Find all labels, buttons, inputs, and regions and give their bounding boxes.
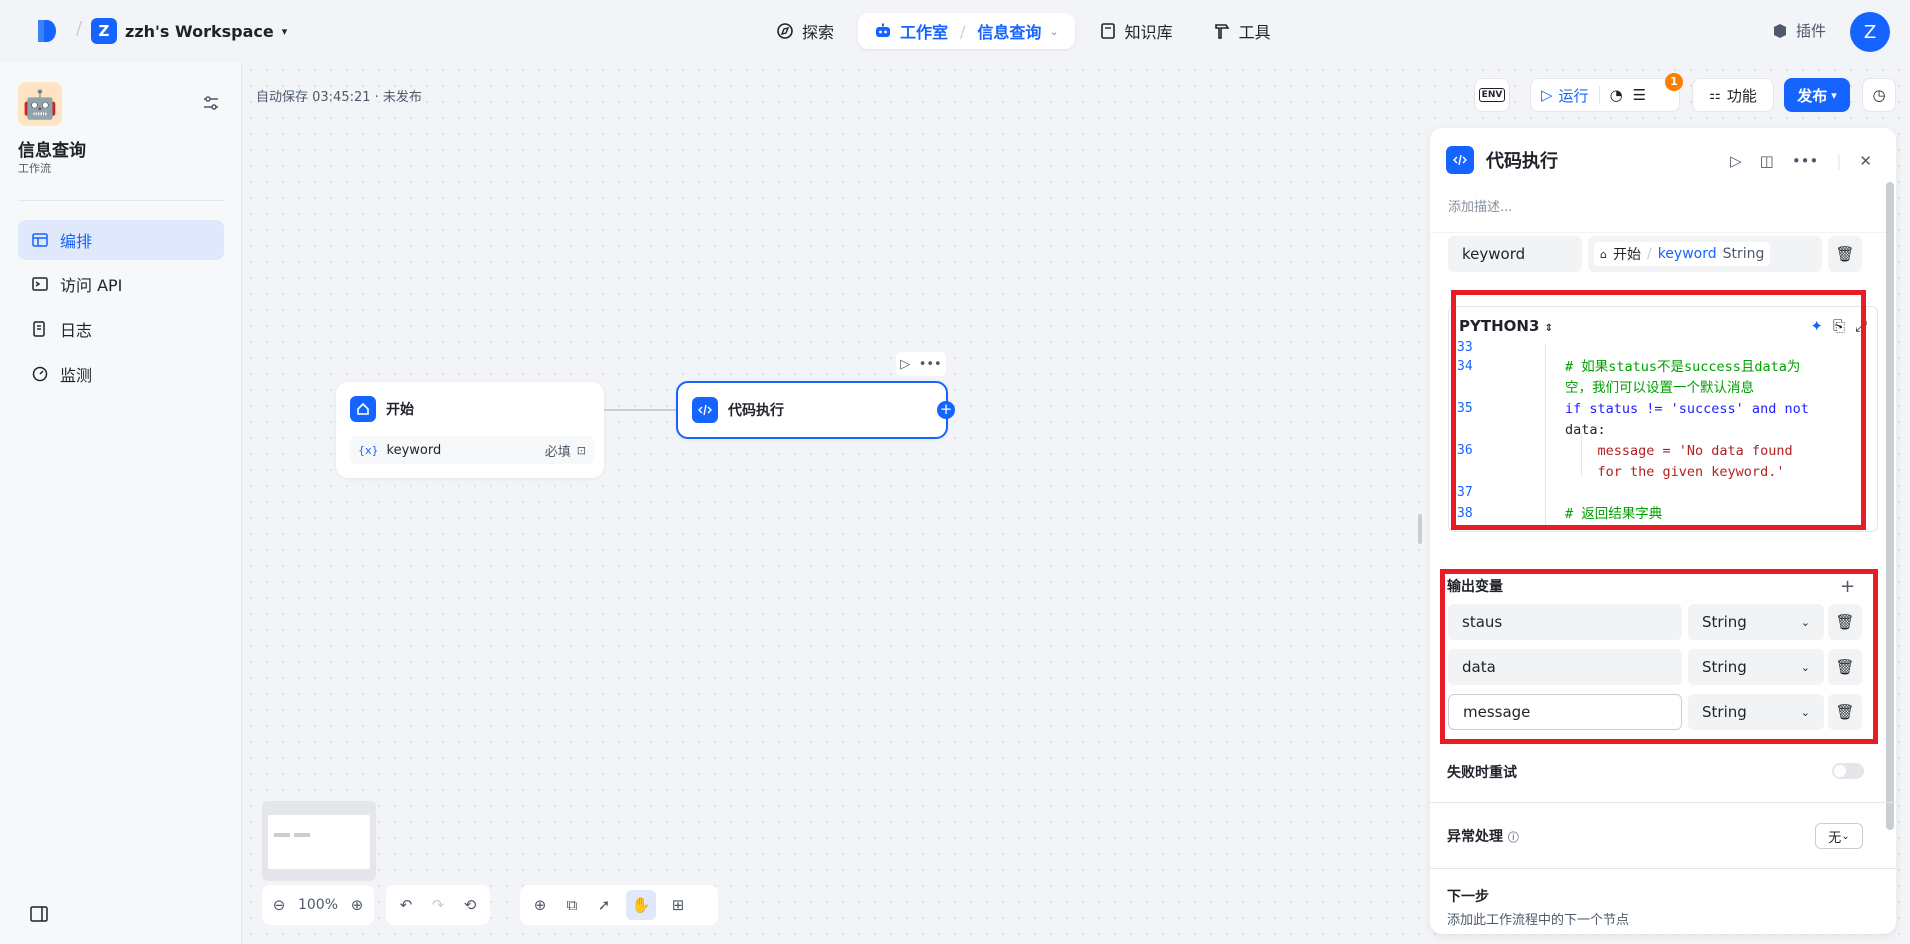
next-step-desc: 添加此工作流程中的下一个节点 <box>1447 913 1630 928</box>
panel-resize-handle[interactable] <box>1418 514 1422 544</box>
sidebar-item-orchestrate[interactable]: 编排 <box>18 220 224 260</box>
edge-start-to-code <box>604 409 676 411</box>
top-bar: / Z zzh's Workspace ▾ 探索 工作室 / 信息查询 ⌄ 知识… <box>0 0 1910 62</box>
play-icon[interactable]: ▷ <box>900 357 910 372</box>
panel-title[interactable]: 代码执行 <box>1486 147 1558 173</box>
book-icon <box>1100 23 1115 39</box>
code-icon <box>692 397 718 423</box>
node-toolbar: ▷ ••• <box>896 352 946 376</box>
variable-icon: {x} <box>358 443 379 457</box>
canvas-tools: ⊕ ⧉ ➚ ✋ ⊞ <box>520 885 718 925</box>
main-nav: 探索 工作室 / 信息查询 ⌄ 知识库 工具 <box>760 13 1287 49</box>
next-step-title: 下一步 <box>1447 889 1489 905</box>
publish-button[interactable]: 发布 ▾ <box>1784 78 1850 112</box>
start-node[interactable]: 开始 {x} keyword 必填 ⊡ <box>336 382 604 478</box>
error-handling-select[interactable]: 无 ⌄ <box>1815 823 1863 849</box>
history-controls: ↶ ↷ ⟲ <box>386 885 490 925</box>
log-icon <box>33 321 45 337</box>
organize-icon[interactable]: ⊞ <box>668 895 688 915</box>
zoom-out-icon[interactable]: ⊖ <box>272 895 286 915</box>
run-history-icon[interactable]: ◔ <box>1610 86 1623 104</box>
nav-knowledge[interactable]: 知识库 <box>1083 13 1189 49</box>
terminal-icon <box>32 277 48 291</box>
env-button[interactable]: ENV <box>1474 78 1510 112</box>
features-button[interactable]: ⚏ 功能 <box>1692 78 1774 112</box>
chevron-down-icon: ⌄ <box>1841 830 1850 842</box>
description-input[interactable]: 添加描述... <box>1448 196 1512 215</box>
sidebar-collapse-icon[interactable] <box>30 906 48 922</box>
retry-label: 失败时重试 <box>1447 765 1517 781</box>
app-icon: 🤖 <box>18 82 62 126</box>
chevron-down-icon: ⌄ <box>1049 24 1059 38</box>
play-icon: ▷ <box>1541 86 1553 104</box>
settings-sliders-icon[interactable] <box>202 94 220 112</box>
zoom-controls: ⊖ 100% ⊕ <box>262 885 374 925</box>
zoom-in-icon[interactable]: ⊕ <box>350 895 364 915</box>
highlight-box-outputs <box>1440 569 1878 744</box>
trash-icon: 🗑 <box>1835 245 1855 263</box>
add-node-icon[interactable]: ⊕ <box>530 895 550 915</box>
clock-icon: ◷ <box>1872 86 1886 104</box>
run-button[interactable]: ▷ 运行 <box>1541 85 1589 106</box>
app-sidebar <box>0 62 242 944</box>
code-node[interactable]: 代码执行 <box>676 381 948 439</box>
run-node-icon[interactable]: ▷ <box>1730 152 1742 170</box>
version-history-button[interactable]: ◷ <box>1862 78 1896 112</box>
monitor-icon <box>32 366 48 382</box>
close-icon[interactable]: ✕ <box>1859 152 1872 170</box>
cube-icon <box>1774 23 1786 38</box>
app-type: 工作流 <box>18 162 51 175</box>
input-var-name[interactable]: keyword <box>1448 236 1582 272</box>
sidebar-item-monitor[interactable]: 监测 <box>18 354 224 394</box>
sidebar-item-api[interactable]: 访问 API <box>18 264 224 304</box>
hand-icon[interactable]: ✋ <box>626 890 656 920</box>
info-square-icon: ⊡ <box>576 443 586 457</box>
redo-icon[interactable]: ↷ <box>428 895 448 915</box>
highlight-box-code <box>1451 290 1866 530</box>
compass-icon <box>777 23 793 39</box>
zoom-level[interactable]: 100% <box>298 897 338 913</box>
undo-icon[interactable]: ↶ <box>396 895 416 915</box>
retry-toggle[interactable] <box>1832 763 1864 779</box>
autosave-status: 自动保存 03:45:21 · 未发布 <box>256 90 422 105</box>
workspace-selector[interactable]: Z zzh's Workspace ▾ <box>91 18 287 44</box>
dify-logo-icon[interactable] <box>36 18 58 44</box>
nav-tools[interactable]: 工具 <box>1197 13 1287 49</box>
home-icon: ⌂ <box>1600 247 1607 261</box>
history-icon[interactable]: ⟲ <box>460 895 480 915</box>
checklist-icon[interactable]: ☰ <box>1633 86 1646 104</box>
sidebar-item-logs[interactable]: 日志 <box>18 309 224 349</box>
checklist-badge: 1 <box>1665 73 1683 91</box>
current-app-name: 信息查询 <box>977 23 1042 42</box>
input-var-ref[interactable]: ⌂ 开始 / keyword String <box>1588 236 1822 272</box>
hammer-icon <box>1214 24 1230 39</box>
robot-icon <box>876 23 891 37</box>
pointer-icon[interactable]: ➚ <box>594 895 614 915</box>
more-icon[interactable]: ••• <box>919 357 942 372</box>
app-name: 信息查询 <box>18 141 86 161</box>
delete-input-var-button[interactable]: 🗑 <box>1828 236 1862 272</box>
plugin-link[interactable]: 插件 <box>1772 20 1826 41</box>
nav-studio[interactable]: 工作室 / 信息查询 ⌄ <box>858 13 1075 49</box>
add-next-node-button[interactable]: + <box>937 401 955 419</box>
code-icon <box>1446 146 1474 174</box>
start-node-param: {x} keyword 必填 ⊡ <box>350 436 594 464</box>
workspace-badge: Z <box>91 18 117 44</box>
workspace-name: zzh's Workspace <box>125 21 274 41</box>
layout-icon <box>32 233 48 247</box>
error-handling-label: 异常处理 ⓘ <box>1447 829 1519 845</box>
nav-explore[interactable]: 探索 <box>760 13 850 49</box>
chevron-down-icon: ▾ <box>281 24 288 38</box>
run-toolbar: ▷ 运行 ◔ ☰ <box>1530 78 1680 112</box>
features-icon: ⚏ <box>1709 87 1721 103</box>
home-icon <box>350 396 376 422</box>
more-icon[interactable]: ••• <box>1792 152 1819 170</box>
panel-scrollbar[interactable] <box>1886 182 1894 830</box>
split-view-icon[interactable]: ◫ <box>1760 152 1774 170</box>
add-note-icon[interactable]: ⧉ <box>562 895 582 915</box>
help-icon: ⓘ <box>1507 831 1519 844</box>
user-avatar[interactable]: Z <box>1850 12 1890 52</box>
chevron-down-icon: ▾ <box>1831 88 1837 102</box>
env-icon: ENV <box>1478 88 1506 102</box>
